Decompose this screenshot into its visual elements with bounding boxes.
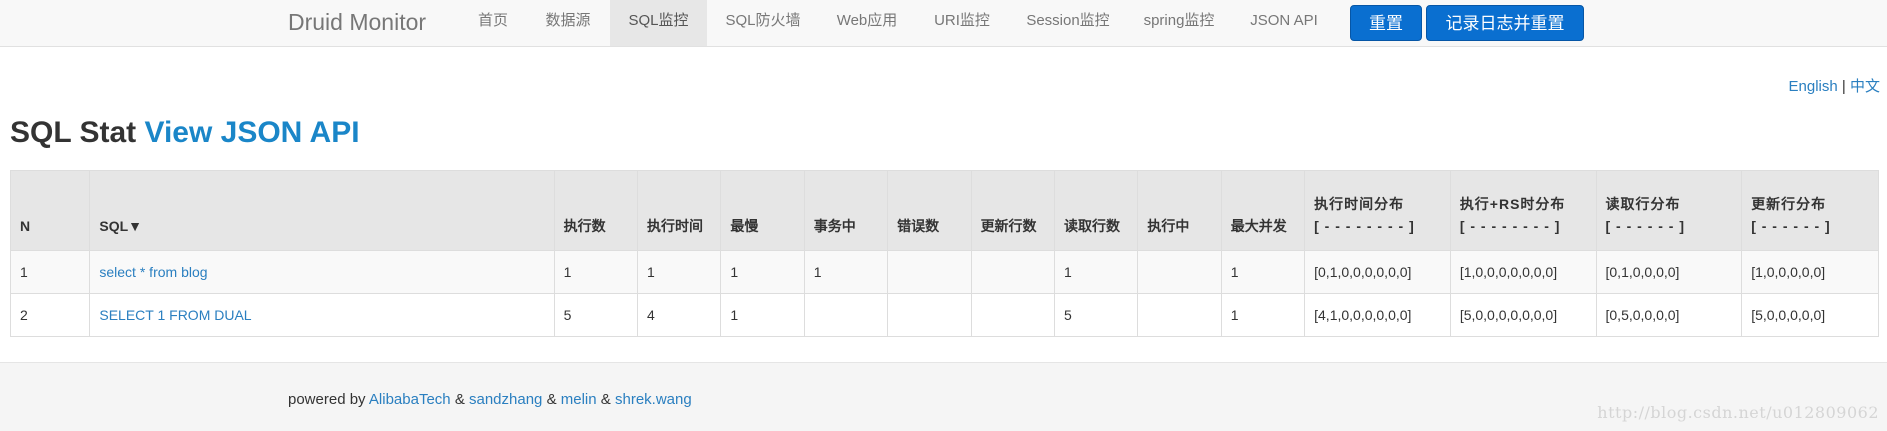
cell-update-hist: [1,0,0,0,0,0] [1741, 250, 1879, 294]
nav-item-datasource[interactable]: 数据源 [532, 0, 604, 46]
view-json-api-link[interactable]: View JSON API [144, 116, 359, 149]
cell-max-concurrent: 1 [1220, 250, 1306, 294]
cell-n: 2 [9, 293, 91, 337]
lang-english-link[interactable]: English [1789, 78, 1838, 95]
col-header-sql[interactable]: SQL▼ [89, 170, 555, 251]
col-header-exec-hist[interactable]: 执行时间分布 [ - - - - - - - - ] [1304, 170, 1451, 251]
cell-exec-rs-hist: [1,0,0,0,0,0,0,0] [1449, 250, 1597, 294]
cell-slowest: 1 [720, 250, 805, 294]
col-header-fetch-hist[interactable]: 读取行分布 [ - - - - - - ] [1595, 170, 1743, 251]
nav-item-web-app[interactable]: Web应用 [826, 0, 908, 46]
cell-exec-time: 1 [636, 250, 722, 294]
nav-item-spring-monitor[interactable]: spring监控 [1132, 0, 1226, 46]
nav-item-sql-firewall[interactable]: SQL防火墙 [714, 0, 812, 46]
footer-link-melin[interactable]: melin [561, 391, 597, 408]
exec-rs-hist-sub: [ - - - - - - - - ] [1459, 218, 1561, 234]
cell-exec-time: 4 [636, 293, 722, 337]
cell-update-hist: [5,0,0,0,0,0] [1741, 293, 1879, 337]
cell-errors [887, 293, 972, 337]
col-header-update-hist[interactable]: 更新行分布 [ - - - - - - ] [1741, 170, 1879, 251]
col-header-errors[interactable]: 错误数 [887, 170, 972, 251]
cell-running [1137, 250, 1222, 294]
footer: powered by AlibabaTech & sandzhang & mel… [0, 362, 1887, 431]
footer-link-sandzhang[interactable]: sandzhang [469, 391, 542, 408]
footer-powered-by: powered by [288, 391, 366, 408]
update-hist-title: 更新行分布 [1751, 196, 1827, 212]
cell-fetch-hist: [0,1,0,0,0,0] [1595, 250, 1743, 294]
reset-button[interactable]: 重置 [1350, 5, 1422, 41]
col-header-running[interactable]: 执行中 [1137, 170, 1222, 251]
update-hist-sub: [ - - - - - - ] [1751, 218, 1831, 234]
col-header-slowest[interactable]: 最慢 [720, 170, 805, 251]
nav-item-session-monitor[interactable]: Session监控 [1018, 0, 1118, 46]
footer-amp: & [546, 391, 557, 408]
table-header-row: N SQL▼ 执行数 执行时间 最慢 事务中 错误数 更新行数 读取行数 执行中… [9, 170, 1879, 251]
table-row: 2 SELECT 1 FROM DUAL 5 4 1 5 1 [4,1,0,0,… [9, 293, 1879, 337]
cell-max-concurrent: 1 [1220, 293, 1306, 337]
nav-item-home[interactable]: 首页 [463, 0, 523, 46]
fetch-hist-sub: [ - - - - - - ] [1605, 218, 1686, 234]
cell-exec-hist: [0,1,0,0,0,0,0,0] [1304, 250, 1451, 294]
cell-sql: select * from blog [89, 250, 555, 294]
sql-link[interactable]: select * from blog [99, 264, 207, 280]
sql-stat-table-container: N SQL▼ 执行数 执行时间 最慢 事务中 错误数 更新行数 读取行数 执行中… [9, 170, 1879, 337]
table-row: 1 select * from blog 1 1 1 1 1 1 [0,1,0,… [9, 250, 1879, 294]
cell-fetch-hist: [0,5,0,0,0,0] [1595, 293, 1743, 337]
exec-hist-sub: [ - - - - - - - - ] [1314, 218, 1415, 234]
sql-link[interactable]: SELECT 1 FROM DUAL [99, 307, 251, 323]
cell-update-rows [970, 293, 1055, 337]
nav-item-json-api[interactable]: JSON API [1240, 0, 1328, 46]
exec-hist-title: 执行时间分布 [1314, 196, 1405, 212]
top-navbar: Druid Monitor 首页 数据源 SQL监控 SQL防火墙 Web应用 … [0, 0, 1887, 47]
footer-link-shrek-wang[interactable]: shrek.wang [615, 391, 692, 408]
language-switch: English | 中文 [1789, 75, 1880, 96]
cell-n: 1 [9, 250, 91, 294]
cell-exec-count: 1 [553, 250, 639, 294]
col-header-exec-rs-hist[interactable]: 执行+RS时分布 [ - - - - - - - - ] [1449, 170, 1597, 251]
cell-in-txn: 1 [803, 250, 889, 294]
col-header-exec-time[interactable]: 执行时间 [636, 170, 722, 251]
lang-separator: | [1841, 78, 1846, 95]
watermark-url: http://blog.csdn.net/u012809062 [1597, 403, 1879, 422]
page-title: SQL Stat View JSON API [10, 113, 360, 153]
fetch-hist-title: 读取行分布 [1605, 196, 1681, 212]
cell-slowest: 1 [720, 293, 805, 337]
cell-update-rows [970, 250, 1055, 294]
col-header-n[interactable]: N [9, 170, 91, 251]
cell-exec-rs-hist: [5,0,0,0,0,0,0,0] [1449, 293, 1597, 337]
sql-stat-table: N SQL▼ 执行数 执行时间 最慢 事务中 错误数 更新行数 读取行数 执行中… [9, 170, 1879, 337]
exec-rs-hist-title: 执行+RS时分布 [1459, 196, 1566, 212]
log-and-reset-button[interactable]: 记录日志并重置 [1426, 5, 1584, 41]
col-header-update-rows[interactable]: 更新行数 [970, 170, 1055, 251]
footer-amp: & [454, 391, 465, 408]
cell-fetch-rows: 5 [1053, 293, 1139, 337]
cell-exec-count: 5 [553, 293, 639, 337]
cell-in-txn [803, 293, 889, 337]
cell-sql: SELECT 1 FROM DUAL [89, 293, 555, 337]
nav-item-sql-monitor[interactable]: SQL监控 [610, 0, 707, 46]
footer-link-alibabatech[interactable]: AlibabaTech [369, 391, 451, 408]
footer-credits: powered by AlibabaTech & sandzhang & mel… [288, 391, 692, 408]
footer-amp: & [600, 391, 611, 408]
cell-fetch-rows: 1 [1053, 250, 1139, 294]
cell-exec-hist: [4,1,0,0,0,0,0,0] [1304, 293, 1451, 337]
lang-chinese-link[interactable]: 中文 [1850, 78, 1880, 95]
page-title-text: SQL Stat [10, 116, 137, 149]
col-header-exec-count[interactable]: 执行数 [553, 170, 639, 251]
cell-errors [887, 250, 972, 294]
col-header-in-txn[interactable]: 事务中 [803, 170, 889, 251]
col-header-fetch-rows[interactable]: 读取行数 [1053, 170, 1139, 251]
col-header-max-concurrent[interactable]: 最大并发 [1220, 170, 1306, 251]
brand-title[interactable]: Druid Monitor [288, 9, 426, 35]
nav-item-uri-monitor[interactable]: URI监控 [922, 0, 1002, 46]
cell-running [1137, 293, 1222, 337]
